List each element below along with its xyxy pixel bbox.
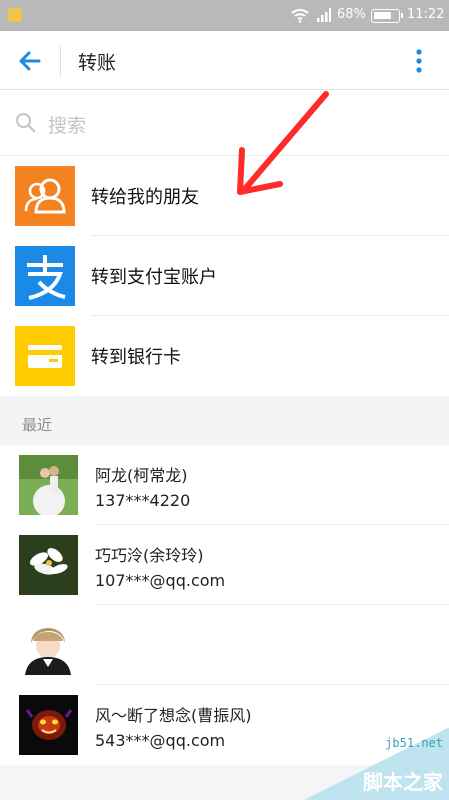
friends-icon [15, 166, 75, 226]
notification-app-icon [8, 8, 22, 22]
red-annotation-arrow [237, 91, 329, 195]
alipay-icon [15, 246, 75, 306]
recent-section-header: 最近 [0, 396, 449, 445]
site-watermark: jb51.net 脚本之家 [305, 728, 449, 800]
signal-icon [317, 8, 331, 22]
app-bar: 转账 [0, 31, 449, 90]
contact-name: 阿龙(柯常龙) [95, 466, 188, 485]
contact-avatar [19, 535, 78, 595]
transfer-to-bank-card-label: 转到银行卡 [91, 347, 181, 368]
transfer-to-friend-label: 转给我的朋友 [91, 187, 199, 208]
search-input[interactable]: 搜索 [48, 111, 86, 138]
wifi-icon [291, 9, 309, 23]
transfer-to-alipay-item[interactable]: 转到支付宝账户 [0, 236, 449, 316]
transfer-to-bank-card-item[interactable]: 转到银行卡 [0, 316, 449, 396]
battery-percent: 68% [337, 7, 366, 22]
transfer-to-friend-item[interactable]: 转给我的朋友 [0, 156, 449, 236]
page-title: 转账 [78, 52, 117, 74]
transfer-to-alipay-label: 转到支付宝账户 [91, 267, 217, 288]
watermark-brand: 脚本之家 [363, 770, 443, 794]
contact-account: 137***4220 [95, 491, 191, 510]
contact-row[interactable]: 阿龙(柯常龙) 137***4220 [0, 445, 449, 525]
clock: 11:22 [407, 7, 445, 22]
toolbar-divider [60, 45, 61, 76]
contact-account: 107***@qq.com [95, 571, 226, 590]
search-bar[interactable]: 搜索 [0, 90, 449, 156]
contact-name: 风～断了想念(曹振风) [95, 706, 252, 725]
contact-avatar [19, 455, 78, 515]
contact-row[interactable] [0, 605, 449, 685]
contact-name: 巧巧泠(余玲玲) [95, 546, 204, 565]
contact-avatar [19, 695, 78, 755]
watermark-domain: jb51.net [385, 736, 443, 750]
recent-section-label: 最近 [22, 416, 53, 434]
contact-row[interactable]: 巧巧泠(余玲玲) 107***@qq.com [0, 525, 449, 605]
battery-icon [371, 9, 403, 23]
contact-account: 543***@qq.com [95, 731, 226, 750]
more-options-icon[interactable] [413, 47, 425, 75]
contact-avatar [19, 615, 78, 675]
back-arrow-icon[interactable] [16, 47, 44, 75]
search-icon [15, 112, 36, 133]
bank-card-icon [15, 326, 75, 386]
status-bar: 68% 11:22 [0, 0, 449, 31]
